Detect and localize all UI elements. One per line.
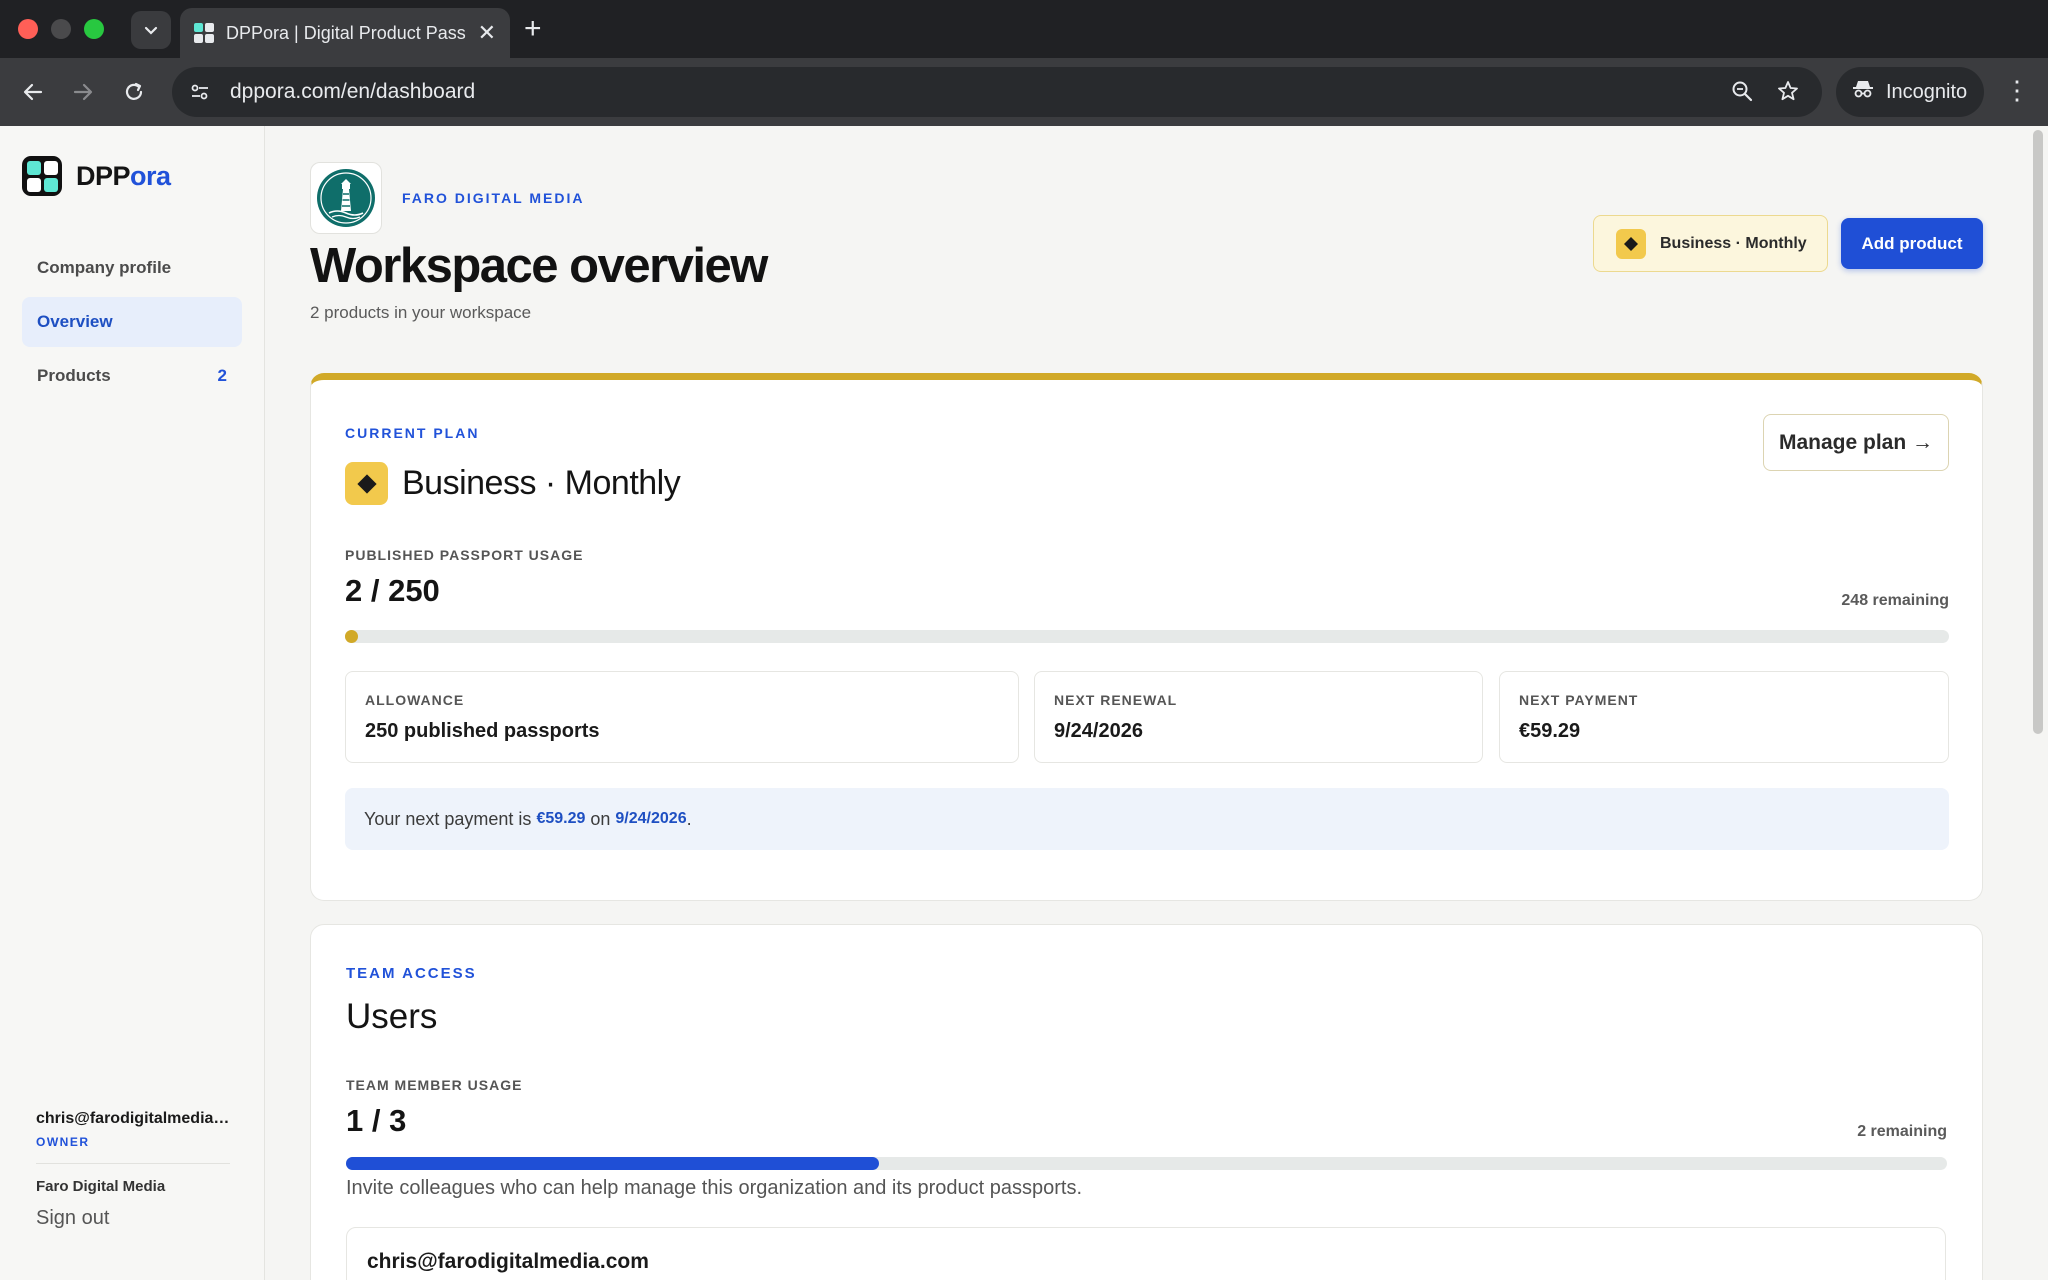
passport-remaining: 248 remaining: [1841, 592, 1949, 609]
more-vert-icon[interactable]: ⋮: [2004, 75, 2030, 106]
back-arrow-icon[interactable]: [16, 75, 50, 109]
star-icon[interactable]: [1776, 79, 1800, 110]
incognito-icon: [1852, 79, 1874, 105]
sidebar-item-products[interactable]: Products 2: [22, 351, 242, 401]
plan-title: Business · Monthly: [345, 462, 681, 505]
zoom-icon[interactable]: [1730, 79, 1754, 110]
users-title: Users: [346, 997, 438, 1036]
stat-allowance: ALLOWANCE 250 published passports: [345, 671, 1019, 763]
manage-plan-button[interactable]: Manage plan →: [1763, 414, 1949, 471]
sidebar-item-label: Overview: [37, 312, 113, 331]
stat-label: ALLOWANCE: [365, 692, 465, 708]
forward-arrow-icon[interactable]: [66, 75, 100, 109]
brand-name: DPPora: [76, 160, 171, 191]
team-access-card: TEAM ACCESS Users TEAM MEMBER USAGE 1 / …: [310, 924, 1983, 1280]
window-maximize-button[interactable]: [84, 19, 104, 39]
browser-tab-bar: DPPora | Digital Product Passport ✕ +: [0, 0, 2048, 58]
plan-badge-label: Business · Monthly: [1660, 234, 1807, 252]
diamond-icon: [345, 462, 388, 505]
current-plan-eyebrow: CURRENT PLAN: [345, 425, 480, 441]
divider: [36, 1163, 230, 1164]
brand-logo-icon: [22, 156, 62, 196]
current-plan-card: CURRENT PLAN Business · Monthly Manage p…: [310, 373, 1983, 901]
passport-usage-value: 2 / 250: [345, 573, 440, 608]
add-product-button[interactable]: Add product: [1841, 218, 1983, 269]
stat-label: NEXT PAYMENT: [1519, 692, 1639, 708]
member-row[interactable]: chris@farodigitalmedia.com: [346, 1227, 1946, 1280]
lighthouse-logo-icon: [317, 169, 375, 227]
team-access-eyebrow: TEAM ACCESS: [346, 965, 477, 982]
window-close-button[interactable]: [18, 19, 38, 39]
passport-usage-bar: [345, 630, 1949, 643]
site-settings-icon[interactable]: [184, 76, 216, 108]
stat-value: €59.29: [1519, 720, 1581, 742]
team-usage-value: 1 / 3: [346, 1103, 407, 1138]
incognito-label: Incognito: [1886, 80, 1968, 103]
passport-usage-fill: [345, 630, 358, 643]
products-count-badge: 2: [217, 366, 227, 385]
tab-close-icon[interactable]: ✕: [478, 20, 496, 46]
notice-amount: €59.29: [536, 810, 586, 827]
invite-text: Invite colleagues who can help manage th…: [346, 1177, 1083, 1199]
tab-search-button[interactable]: [131, 11, 171, 49]
team-usage-fill: [346, 1157, 880, 1170]
plan-name: Business · Monthly: [402, 464, 681, 502]
url-text[interactable]: dppora.com/en/dashboard: [230, 80, 475, 104]
page-scrollbar[interactable]: [2028, 126, 2048, 1280]
stat-next-renewal: NEXT RENEWAL 9/24/2026: [1034, 671, 1483, 763]
stat-value: 9/24/2026: [1054, 720, 1143, 742]
tab-title: DPPora | Digital Product Passport: [226, 22, 466, 43]
payment-notice: Your next payment is €59.29 on 9/24/2026…: [345, 788, 1949, 850]
browser-tab[interactable]: DPPora | Digital Product Passport ✕: [180, 8, 510, 58]
tab-favicon-icon: [194, 23, 214, 43]
sign-out-link[interactable]: Sign out: [36, 1207, 230, 1230]
sidebar: DPPora Company profile Overview Products…: [0, 126, 265, 1280]
org-name: Faro Digital Media: [36, 1178, 166, 1195]
sidebar-account: chris@farodigitalmedia.com OWNER Faro Di…: [36, 1110, 230, 1230]
chevron-down-icon: [144, 26, 158, 35]
sidebar-item-label: Company profile: [37, 258, 172, 277]
team-remaining: 2 remaining: [1857, 1123, 1947, 1140]
sidebar-item-company-profile[interactable]: Company profile: [22, 243, 242, 293]
incognito-indicator[interactable]: Incognito: [1836, 67, 1984, 117]
org-logo: [310, 162, 382, 234]
plan-badge[interactable]: Business · Monthly: [1593, 215, 1828, 272]
scrollbar-thumb[interactable]: [2033, 130, 2043, 734]
member-email: chris@farodigitalmedia.com: [367, 1250, 649, 1273]
reload-icon[interactable]: [117, 75, 151, 109]
brand[interactable]: DPPora: [22, 156, 171, 196]
address-bar[interactable]: dppora.com/en/dashboard: [172, 67, 1822, 117]
org-eyebrow: FARO DIGITAL MEDIA: [402, 190, 585, 206]
diamond-icon: [1616, 228, 1646, 259]
sidebar-item-label: Products: [37, 366, 111, 385]
page-subtitle: 2 products in your workspace: [310, 303, 532, 322]
team-usage-bar: [346, 1157, 1947, 1170]
stat-value: 250 published passports: [365, 720, 600, 742]
new-tab-button[interactable]: +: [524, 12, 542, 46]
sidebar-item-overview[interactable]: Overview: [22, 297, 242, 347]
notice-date: 9/24/2026: [615, 810, 687, 827]
browser-toolbar: dppora.com/en/dashboard Incognito ⋮: [0, 58, 2048, 126]
user-role-badge: OWNER: [36, 1135, 90, 1149]
user-email: chris@farodigitalmedia.com: [36, 1110, 230, 1127]
window-minimize-button[interactable]: [51, 19, 71, 39]
passport-usage-label: PUBLISHED PASSPORT USAGE: [345, 547, 584, 563]
page-title: Workspace overview: [310, 239, 768, 293]
stat-label: NEXT RENEWAL: [1054, 692, 1178, 708]
team-usage-label: TEAM MEMBER USAGE: [346, 1077, 523, 1093]
stat-next-payment: NEXT PAYMENT €59.29: [1499, 671, 1949, 763]
